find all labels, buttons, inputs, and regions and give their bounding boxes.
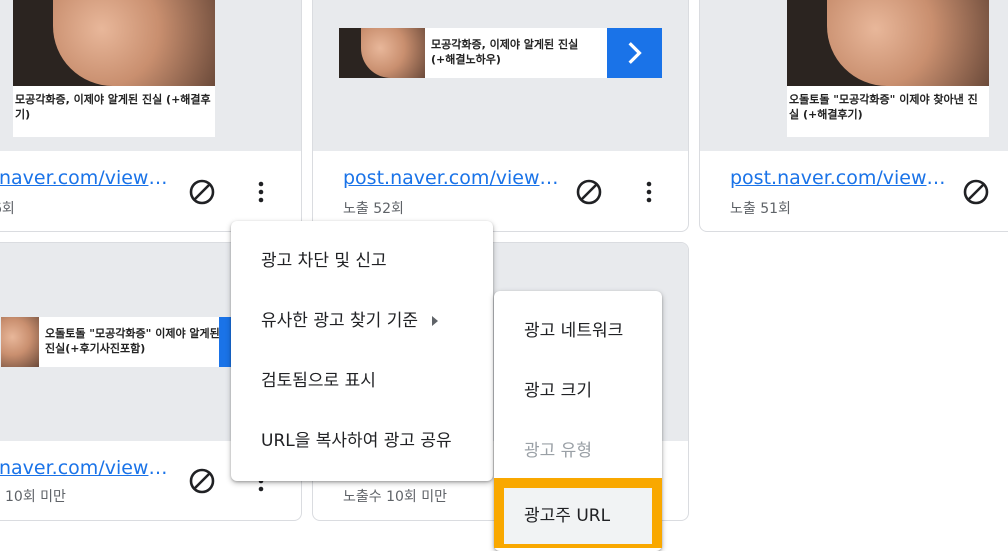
ad-link[interactable]: naver.com/viewer... xyxy=(0,167,174,189)
ad-headline: 모공각화증, 이제야 알게된 진실 (+해결노하우) xyxy=(431,38,579,66)
submenu-item-ad-network[interactable]: 광고 네트워크 xyxy=(494,301,662,361)
ad-link[interactable]: naver.com/viewer... xyxy=(0,457,174,479)
submenu-item-label: 광고주 URL xyxy=(504,488,652,544)
submenu-item-ad-type: 광고 유형 xyxy=(524,441,592,461)
menu-item-block-report[interactable]: 광고 차단 및 신고 xyxy=(231,231,493,291)
ad-cta-button[interactable] xyxy=(607,28,662,78)
menu-item-find-similar[interactable]: 유사한 광고 찾기 기준 xyxy=(231,291,493,351)
menu-item-mark-reviewed[interactable]: 검토됨으로 표시 xyxy=(231,351,493,411)
ad-thumbnail-skin xyxy=(827,0,989,86)
ad-thumbnail-skin xyxy=(53,0,215,86)
block-icon[interactable] xyxy=(962,178,990,206)
ad-thumbnail-skin xyxy=(361,28,425,78)
ad-card: 모공각화증, 이제야 알게된 진실 (+해결노하우) post.naver.co… xyxy=(312,0,689,232)
ad-preview[interactable]: 오돌토돌 "모공각화증" 이제야 찾아낸 진실 (+해결후기) xyxy=(700,0,1008,151)
ad-headline: 오돌토돌 "모공각화증" 이제야 알게된 진실(+후기사진포함) xyxy=(45,327,220,355)
ad-cta-button[interactable] xyxy=(219,317,231,367)
context-menu: 광고 차단 및 신고 유사한 광고 찾기 기준 검토됨으로 표시 URL을 복사… xyxy=(231,221,493,481)
impression-count: 노출 51회 xyxy=(730,201,791,217)
ad-headline: 모공각화증, 이제야 알게된 진실 (+해결후기) xyxy=(15,93,211,121)
ad-image: 오돌토돌 "모공각화증" 이제야 알게된 진실(+후기사진포함) xyxy=(1,317,231,367)
menu-item-label: 유사한 광고 찾기 기준 xyxy=(261,311,418,331)
more-vert-icon[interactable] xyxy=(637,180,661,204)
submenu-arrow-icon xyxy=(431,316,438,326)
ad-preview[interactable]: 모공각화증, 이제야 알게된 진실 (+해결노하우) xyxy=(313,0,688,151)
ad-link[interactable]: post.naver.com/viewer... xyxy=(730,167,948,189)
chevron-right-icon xyxy=(628,42,642,64)
more-vert-icon[interactable] xyxy=(249,180,273,204)
menu-item-copy-url[interactable]: URL을 복사하여 광고 공유 xyxy=(231,411,493,471)
impression-count: 6회 xyxy=(0,201,15,217)
block-icon[interactable] xyxy=(575,178,603,206)
ad-image: 모공각화증, 이제야 알게된 진실 (+해결노하우) xyxy=(339,28,662,78)
impression-count: 10회 미만 xyxy=(5,489,66,505)
ad-card: 모공각화증, 이제야 알게된 진실 (+해결후기) naver.com/view… xyxy=(0,0,302,232)
block-icon[interactable] xyxy=(188,178,216,206)
ad-image: 모공각화증, 이제야 알게된 진실 (+해결후기) xyxy=(13,0,215,137)
ad-preview[interactable]: 모공각화증, 이제야 알게된 진실 (+해결후기) xyxy=(0,0,301,151)
submenu-item-advertiser-url[interactable]: 광고주 URL xyxy=(494,478,662,548)
submenu-item-ad-size[interactable]: 광고 크기 xyxy=(494,361,662,421)
ad-headline: 오돌토돌 "모공각화증" 이제야 찾아낸 진실 (+해결후기) xyxy=(789,93,978,121)
ad-thumbnail-skin xyxy=(1,317,39,367)
impression-count: 노출수 10회 미만 xyxy=(343,489,447,505)
ad-link[interactable]: post.naver.com/viewer... xyxy=(343,167,561,189)
impression-count: 노출 52회 xyxy=(343,201,404,217)
ad-image: 오돌토돌 "모공각화증" 이제야 찾아낸 진실 (+해결후기) xyxy=(787,0,989,137)
ad-card: 오돌토돌 "모공각화증" 이제야 찾아낸 진실 (+해결후기) post.nav… xyxy=(699,0,1008,232)
block-icon[interactable] xyxy=(188,467,216,495)
